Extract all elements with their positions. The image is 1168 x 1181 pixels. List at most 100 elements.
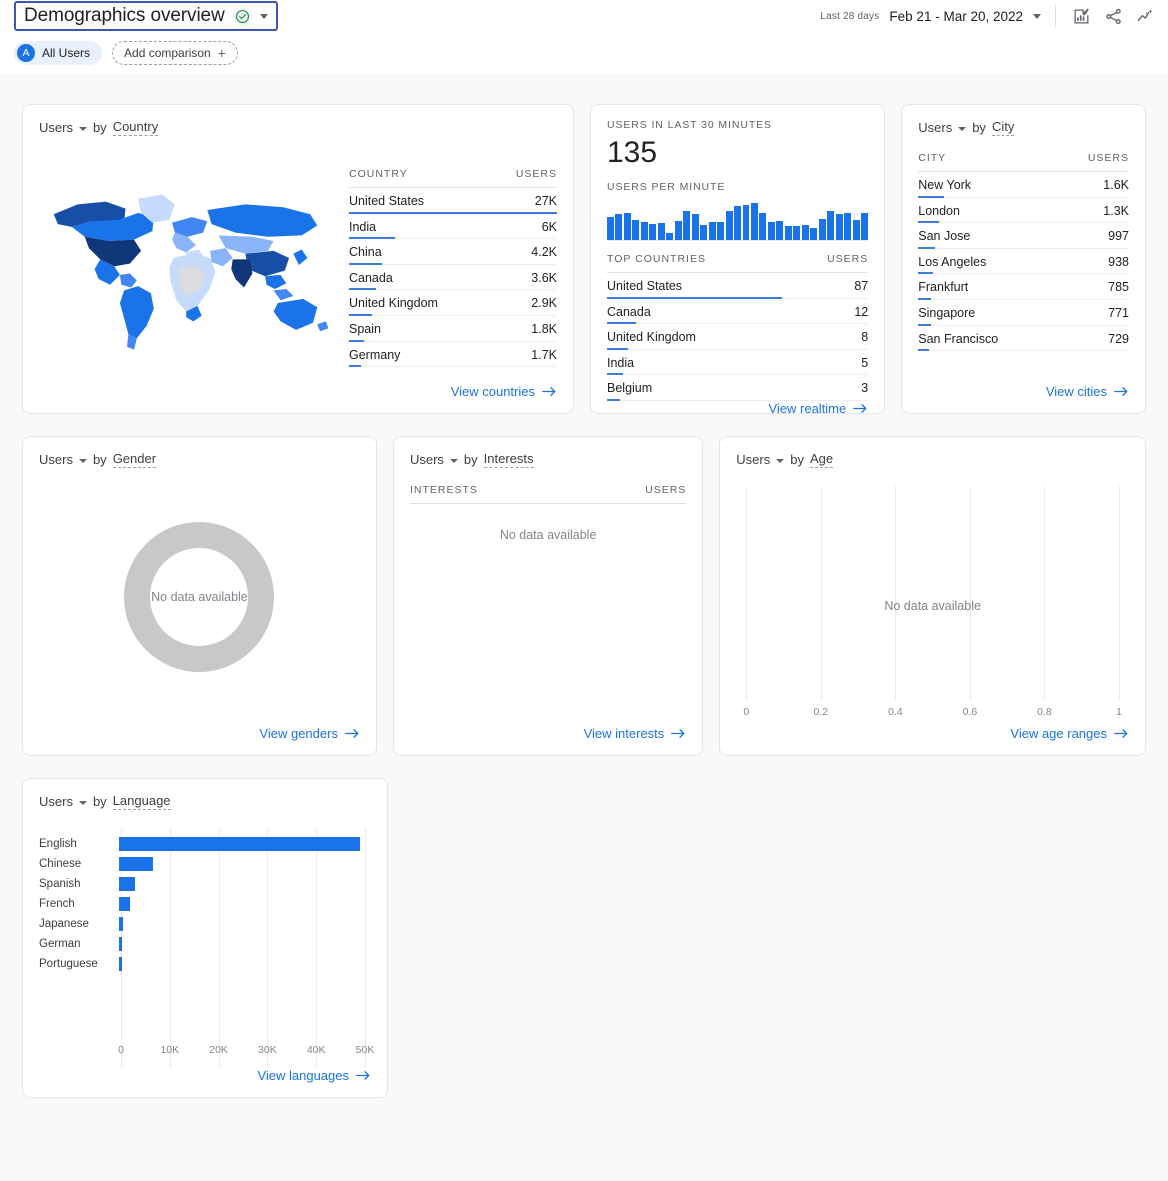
- segment-chip-row: A All Users Add comparison +: [0, 32, 1168, 66]
- card-users-by-gender: Users by Gender No data available View g…: [22, 436, 377, 756]
- date-range-chevron-down-icon[interactable]: [1033, 13, 1041, 19]
- language-bar-row[interactable]: Chinese: [39, 854, 365, 874]
- table-row[interactable]: San Francisco 729: [918, 326, 1129, 352]
- row-label: Frankfurt: [918, 280, 969, 295]
- row-label: San Francisco: [918, 331, 999, 346]
- dimension-selector-language[interactable]: Language: [112, 793, 171, 810]
- table-row[interactable]: Belgium 3: [607, 375, 869, 401]
- row-label: China: [349, 245, 382, 260]
- row-label: San Jose: [918, 229, 971, 244]
- x-tick-label: 0: [118, 1044, 124, 1056]
- view-interests-label: View interests: [583, 726, 665, 741]
- x-tick-label: 0: [743, 706, 750, 718]
- language-label: Chinese: [39, 858, 82, 870]
- page-title-selector[interactable]: Demographics overview: [14, 1, 278, 31]
- column-header-metric: USERS: [1087, 152, 1129, 164]
- table-row[interactable]: India 5: [607, 350, 869, 376]
- table-row[interactable]: United Kingdom 2.9K: [349, 290, 557, 316]
- table-row[interactable]: United States 27K: [349, 188, 557, 214]
- table-row[interactable]: Singapore 771: [918, 300, 1129, 326]
- metric-chevron-down-icon[interactable]: [78, 126, 87, 131]
- table-row[interactable]: San Jose 997: [918, 223, 1129, 249]
- dimension-selector-gender[interactable]: Gender: [112, 451, 157, 468]
- edit-comparison-icon[interactable]: [1070, 5, 1092, 27]
- view-genders-link[interactable]: View genders: [259, 726, 360, 741]
- language-bars[interactable]: English Chinese Spanish French Japanese Germa…: [39, 834, 365, 1034]
- segment-chip-label: All Users: [42, 46, 91, 60]
- sparkline-bar: [767, 221, 775, 240]
- table-row[interactable]: United Kingdom 8: [607, 324, 869, 350]
- card-footer: View languages: [23, 1068, 387, 1097]
- x-axis-tick-labels: 0 10K 20K 30K 40K 50K: [118, 1044, 374, 1058]
- share-icon[interactable]: [1102, 5, 1124, 27]
- card-footer: View interests: [394, 726, 702, 755]
- arrow-right-icon: [1114, 387, 1128, 396]
- metric-selector-label[interactable]: Users: [39, 120, 73, 135]
- sparkline-bar: [623, 213, 631, 240]
- metric-selector-label[interactable]: Users: [39, 794, 73, 809]
- language-bar-row[interactable]: Japanese: [39, 914, 365, 934]
- metric-chevron-down-icon[interactable]: [449, 458, 458, 463]
- row-label: Germany: [349, 347, 401, 362]
- metric-chevron-down-icon[interactable]: [958, 126, 967, 131]
- sparkline-bar: [615, 214, 623, 240]
- table-row[interactable]: United States 87: [607, 273, 869, 299]
- segment-chip-all-users[interactable]: A All Users: [14, 41, 103, 65]
- metric-selector-label[interactable]: Users: [410, 452, 444, 467]
- language-bar-row[interactable]: English: [39, 834, 365, 854]
- language-bar-row[interactable]: German: [39, 934, 365, 954]
- realtime-table: TOP COUNTRIES USERS United States 87 Can…: [607, 253, 869, 401]
- metric-selector-label[interactable]: Users: [918, 120, 952, 135]
- row-value: 5: [861, 355, 869, 370]
- view-age-ranges-link[interactable]: View age ranges: [1010, 726, 1129, 741]
- view-countries-link[interactable]: View countries: [451, 384, 557, 399]
- metric-chevron-down-icon[interactable]: [78, 800, 87, 805]
- metric-chevron-down-icon[interactable]: [776, 458, 785, 463]
- insights-icon[interactable]: [1134, 5, 1156, 27]
- table-row[interactable]: London 1.3K: [918, 198, 1129, 224]
- metric-selector-label[interactable]: Users: [736, 452, 770, 467]
- view-languages-link[interactable]: View languages: [257, 1068, 371, 1083]
- table-row[interactable]: Germany 1.7K: [349, 342, 557, 368]
- add-comparison-button[interactable]: Add comparison +: [112, 41, 238, 65]
- table-row[interactable]: Los Angeles 938: [918, 249, 1129, 275]
- dimension-selector-interests[interactable]: Interests: [483, 451, 534, 468]
- gridline: [969, 486, 971, 700]
- row-value: 4.2K: [531, 245, 557, 260]
- choropleth-map-svg: [53, 194, 329, 350]
- table-row[interactable]: China 4.2K: [349, 239, 557, 265]
- metric-chevron-down-icon[interactable]: [78, 458, 87, 463]
- card-footer: View countries: [23, 384, 573, 413]
- card-users-by-country: Users by Country COUNTRY USERS United St…: [22, 104, 574, 414]
- card-footer: View realtime: [591, 401, 884, 430]
- row-value: 3: [861, 381, 869, 396]
- dimension-selector-city[interactable]: City: [991, 119, 1015, 136]
- chevron-down-icon[interactable]: [259, 13, 268, 19]
- dimension-selector-country[interactable]: Country: [112, 119, 159, 136]
- table-row[interactable]: Frankfurt 785: [918, 274, 1129, 300]
- language-bar-row[interactable]: Portuguese: [39, 954, 365, 974]
- x-tick-label: 50K: [355, 1044, 375, 1056]
- table-row[interactable]: Canada 3.6K: [349, 265, 557, 291]
- table-row[interactable]: New York 1.6K: [918, 172, 1129, 198]
- card-header: Users by Gender: [23, 437, 376, 468]
- view-interests-link[interactable]: View interests: [584, 726, 687, 741]
- language-bar-row[interactable]: French: [39, 894, 365, 914]
- view-realtime-link[interactable]: View realtime: [768, 401, 868, 416]
- column-header-metric: USERS: [515, 168, 557, 180]
- row-label: Singapore: [918, 305, 976, 320]
- view-cities-link[interactable]: View cities: [1046, 384, 1129, 399]
- users-per-minute-sparkline[interactable]: [607, 203, 869, 241]
- table-row[interactable]: India 6K: [349, 214, 557, 240]
- metric-selector-label[interactable]: Users: [39, 452, 73, 467]
- world-map-chart[interactable]: [39, 146, 339, 384]
- sparkline-bar: [607, 217, 614, 240]
- dimension-selector-age[interactable]: Age: [809, 451, 834, 468]
- language-bar-row[interactable]: Spanish: [39, 874, 365, 894]
- table-row[interactable]: Canada 12: [607, 299, 869, 325]
- table-row[interactable]: Spain 1.8K: [349, 316, 557, 342]
- language-bar: [119, 837, 361, 851]
- language-bar-chart: English Chinese Spanish French Japanese Germa…: [39, 828, 374, 1068]
- row-value: 729: [1108, 331, 1129, 346]
- date-range-value[interactable]: Feb 21 - Mar 20, 2022: [889, 9, 1023, 24]
